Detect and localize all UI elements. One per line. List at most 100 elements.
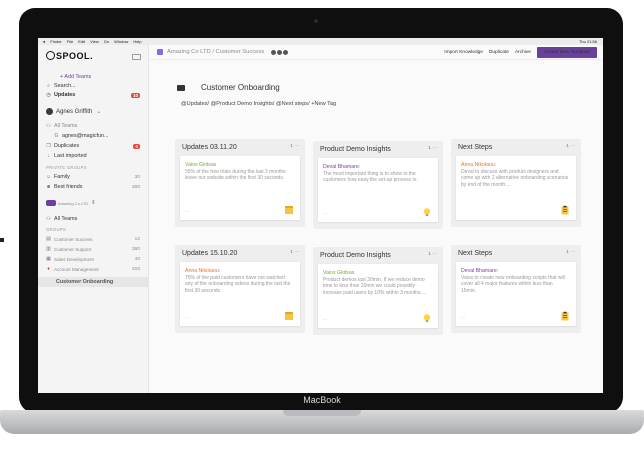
edge-marker bbox=[0, 238, 4, 242]
logo: SPOOL. bbox=[46, 51, 93, 61]
group-icon: ▥ bbox=[46, 246, 51, 252]
board-title: Updates 03.11.20 bbox=[182, 144, 237, 151]
board-menu[interactable]: 1 ··· bbox=[290, 144, 299, 149]
email-item[interactable]: Gagnes@magicfun... bbox=[54, 133, 109, 139]
board-menu[interactable]: 1 ··· bbox=[566, 250, 575, 255]
board-menu[interactable]: 1 ··· bbox=[290, 250, 299, 255]
group-icon: ▤ bbox=[46, 236, 51, 242]
member-avatars[interactable] bbox=[270, 48, 290, 56]
search-item[interactable]: ⌕ Search... bbox=[46, 83, 75, 89]
sticky-note-icon bbox=[285, 206, 293, 214]
card-author: Anna Nikolaou: bbox=[461, 162, 497, 168]
duplicate-button[interactable]: Duplicate bbox=[489, 50, 509, 55]
all-teams-item[interactable]: ⚇ All Teams bbox=[46, 123, 77, 129]
workspace-icon bbox=[157, 49, 163, 55]
sticky-note-icon bbox=[285, 312, 293, 320]
card-text: 75% of the paid customers have not watch… bbox=[185, 275, 291, 294]
card-text: Vaios to create new onboarding scripts t… bbox=[461, 275, 565, 294]
people-icon: ⚇ bbox=[46, 123, 51, 129]
card-author: Deval Bhamare: bbox=[461, 268, 499, 274]
updates-badge: 10 bbox=[130, 92, 140, 98]
updates-icon: ◷ bbox=[46, 92, 51, 98]
menubar: ● Finder File Edit View Go Window Help T… bbox=[38, 38, 603, 45]
menu-edit[interactable]: Edit bbox=[78, 39, 85, 44]
card-text: Deval to discuss with product designers … bbox=[461, 169, 569, 188]
import-knowledge-button[interactable]: Import Knowledge bbox=[444, 50, 483, 55]
search-icon: ⌕ bbox=[47, 83, 50, 89]
board-menu[interactable]: 1 ··· bbox=[428, 146, 437, 151]
board-title: Updates 15.10.20 bbox=[182, 250, 238, 257]
board-title: Next Steps bbox=[458, 250, 493, 257]
family-icon: ☺ bbox=[46, 174, 52, 180]
card-author: Anna Nikolaou: bbox=[185, 268, 221, 274]
menu-view[interactable]: View bbox=[90, 39, 99, 44]
menu-file[interactable]: File bbox=[67, 39, 73, 44]
menu-finder[interactable]: Finder bbox=[50, 39, 61, 44]
board-menu[interactable]: 1 ··· bbox=[566, 144, 575, 149]
sidebar: SPOOL. + Add Teams ⌕ Search... ◷ Updates 10… bbox=[38, 45, 149, 393]
add-teams-button[interactable]: + Add Teams bbox=[60, 74, 91, 80]
download-icon: ↓ bbox=[47, 153, 50, 159]
group-account-management[interactable]: ♦ Account Management 210 bbox=[46, 266, 140, 272]
board-title: Next Steps bbox=[458, 144, 493, 151]
note-card[interactable]: Anna Nikolaou: Deval to discuss with pro… bbox=[456, 156, 576, 220]
duplicates-badge: 6 bbox=[133, 143, 140, 149]
card-text: Product demos last 30min. If we reduce d… bbox=[323, 277, 427, 296]
avatar bbox=[46, 108, 53, 115]
group-customer-support[interactable]: ▥ Customer Support 380 bbox=[46, 246, 140, 252]
board-next-steps-1[interactable]: Next Steps 1 ··· Anna Nikolaou: Deval to… bbox=[451, 139, 581, 227]
tag-list[interactable]: @Updates/ @Product Demo Insights/ @Next … bbox=[181, 101, 336, 107]
group-family[interactable]: ☺ Family 30 bbox=[46, 174, 140, 180]
workspace-switcher[interactable]: Amazing Co LTD ⇕ bbox=[46, 200, 96, 206]
breadcrumb[interactable]: Amazing Co LTD / Customer Success bbox=[167, 49, 264, 55]
private-groups-header: PRIVATE GROUPS bbox=[46, 165, 87, 170]
board-next-steps-2[interactable]: Next Steps 1 ··· Deval Bhamare: Vaios to… bbox=[451, 245, 581, 333]
note-card[interactable]: Vaios Gkitsas 55% of the free trials dur… bbox=[180, 156, 300, 220]
camera-icon bbox=[314, 19, 318, 23]
laptop-notch bbox=[283, 410, 361, 416]
duplicate-icon: ❐ bbox=[46, 143, 51, 149]
switch-icon: ⇕ bbox=[91, 200, 96, 206]
sidebar-collapse-icon[interactable] bbox=[132, 54, 141, 60]
clipboard-icon bbox=[561, 311, 569, 321]
friends-icon: ☻ bbox=[46, 184, 52, 190]
customer-onboarding-item[interactable]: Customer Onboarding bbox=[56, 279, 113, 285]
page-title: Customer Onboarding bbox=[201, 83, 280, 92]
board-title: Product Demo Insights bbox=[320, 252, 391, 259]
main-area: Amazing Co LTD / Customer Success Import… bbox=[149, 45, 603, 393]
menubar-clock[interactable]: Thu 21:56 bbox=[579, 39, 597, 44]
group-customer-success[interactable]: ▤ Customer Success 12 bbox=[46, 236, 140, 242]
lightbulb-icon bbox=[423, 314, 431, 323]
board-updates-2[interactable]: Updates 15.10.20 1 ··· Anna Nikolaou: 75… bbox=[175, 245, 305, 333]
board-updates-1[interactable]: Updates 03.11.20 1 ··· Vaios Gkitsas 55%… bbox=[175, 139, 305, 227]
note-card[interactable]: Deval Bhamare: The most important thing … bbox=[318, 158, 438, 222]
board-menu[interactable]: 1 ··· bbox=[428, 252, 437, 257]
screen: ● Finder File Edit View Go Window Help T… bbox=[38, 38, 603, 393]
menu-window[interactable]: Window bbox=[114, 39, 128, 44]
menu-help[interactable]: Help bbox=[133, 39, 141, 44]
create-template-button[interactable]: Create New Template bbox=[536, 46, 597, 58]
board-product-demo-1[interactable]: Product Demo Insights 1 ··· Deval Bhamar… bbox=[313, 141, 443, 229]
group-sales-development[interactable]: ▦ Sales Development 40 bbox=[46, 256, 140, 262]
group-icon: ♦ bbox=[47, 266, 50, 272]
group-icon: ▦ bbox=[46, 256, 51, 262]
all-teams-item-2[interactable]: ⚇ All Teams bbox=[46, 216, 77, 222]
user-switcher[interactable]: Agnes Griffith ⌄ bbox=[46, 108, 101, 115]
note-card[interactable]: Vaios Gkitsas Product demos last 30min. … bbox=[318, 264, 438, 328]
card-author: Deval Bhamare: bbox=[323, 164, 361, 170]
duplicates-item[interactable]: ❐ Duplicates 6 bbox=[46, 143, 140, 149]
menu-go[interactable]: Go bbox=[104, 39, 109, 44]
updates-item[interactable]: ◷ Updates 10 bbox=[46, 92, 140, 98]
page-title-row: Customer Onboarding bbox=[177, 83, 280, 92]
card-author: Vaios Gkitsas bbox=[185, 162, 217, 168]
board-product-demo-2[interactable]: Product Demo Insights 1 ··· Vaios Gkitsa… bbox=[313, 247, 443, 335]
groups-header: GROUPS bbox=[46, 227, 66, 232]
note-card[interactable]: Deval Bhamare: Vaios to create new onboa… bbox=[456, 262, 576, 326]
card-author: Vaios Gkitsas bbox=[323, 270, 355, 276]
archive-button[interactable]: Archive bbox=[515, 50, 531, 55]
group-best-friends[interactable]: ☻ Best friends 200 bbox=[46, 184, 140, 190]
apple-icon[interactable]: ● bbox=[43, 39, 45, 44]
note-card[interactable]: Anna Nikolaou: 75% of the paid customers… bbox=[180, 262, 300, 326]
card-text: 55% of the free trials during the last 2… bbox=[185, 169, 286, 182]
last-imported-item[interactable]: ↓ Last imported bbox=[46, 153, 86, 159]
